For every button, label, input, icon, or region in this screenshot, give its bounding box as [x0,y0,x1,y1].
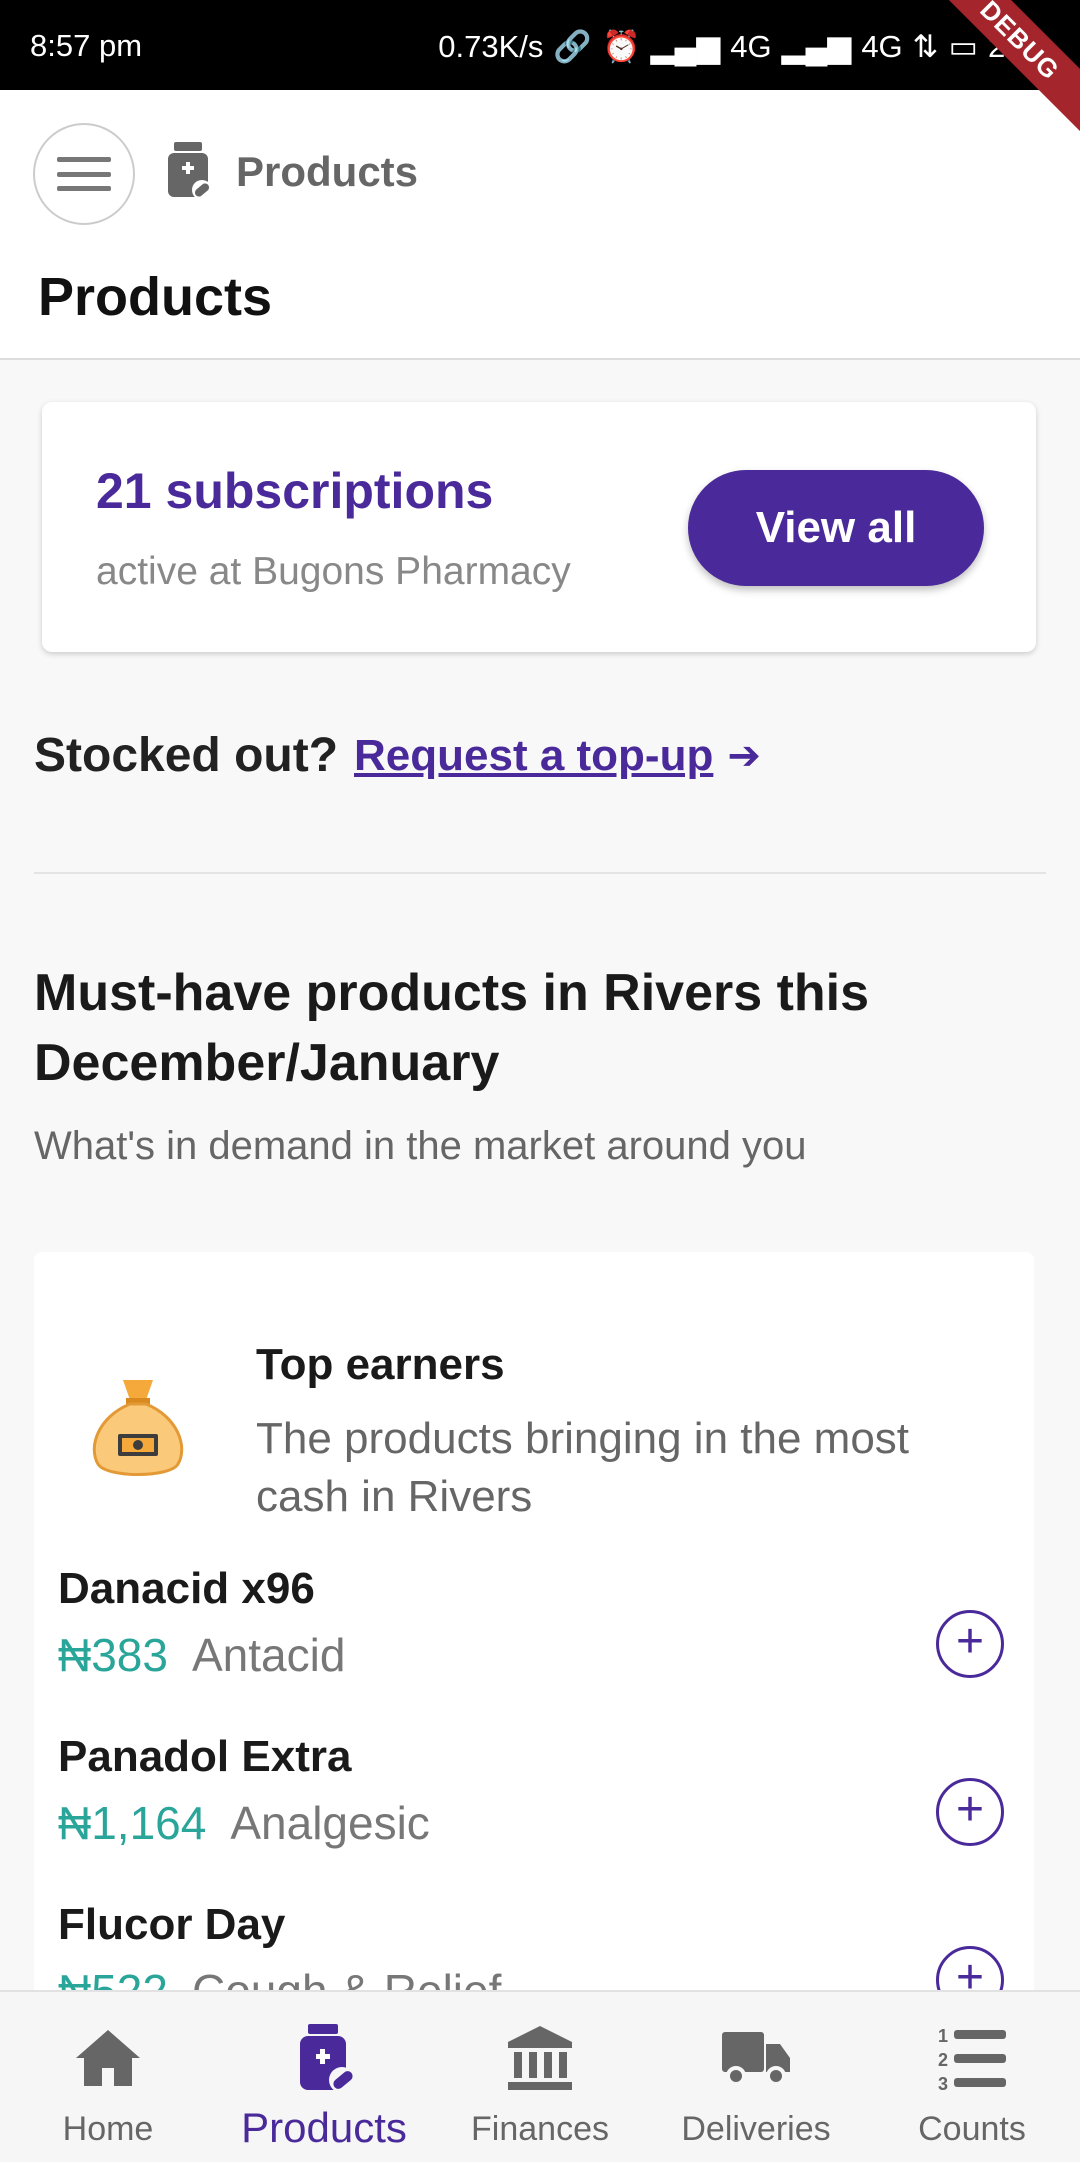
app-bar: Products Products [0,90,1080,360]
svg-text:1: 1 [938,2026,948,2046]
menu-button[interactable] [33,123,135,225]
nav-label: Counts [918,2110,1026,2148]
bottom-navigation: Home Products Finances Deliveries 1 2 3 … [0,1990,1080,2162]
stocked-out-question: Stocked out? [34,729,339,782]
alarm-icon: ⏰ [602,29,641,64]
product-name: Flucor Day [58,1900,286,1949]
product-category: Analgesic [230,1797,430,1849]
product-price-row: ₦383 Antacid [58,1628,345,1682]
nav-item-products[interactable]: Products [216,1992,432,2162]
status-bar: 8:57 pm 0.73K/s 🔗 ⏰ ▂▄▆ 4G ▂▄▆ 4G ⇅ ▭ 29… [0,0,1080,90]
top-earners-title: Top earners [256,1340,505,1389]
product-category: Antacid [191,1629,346,1681]
list-item: Danacid x96 ₦383 Antacid + [58,1564,1004,1724]
svg-text:3: 3 [938,2074,948,2094]
nav-label: Deliveries [681,2110,831,2148]
add-product-button[interactable]: + [936,1778,1004,1846]
money-bag-icon [92,1380,184,1476]
product-price-row: ₦1,164 Analgesic [58,1796,430,1850]
divider [34,872,1046,874]
request-topup-link[interactable]: Request a top-up [354,731,713,781]
list-item: Panadol Extra ₦1,164 Analgesic + [58,1732,1004,1892]
plus-icon: + [955,1783,985,1836]
nav-label: Products [241,2104,407,2151]
app-title: Products [236,148,419,195]
page-title: Products [38,267,273,327]
product-price: ₦1,164 [58,1797,207,1849]
hamburger-icon [57,157,111,191]
network-type-1: 4G [730,28,772,64]
product-name: Panadol Extra [58,1732,352,1781]
battery-icon: ▭ [948,28,978,64]
section-title: Must-have products in Rivers this Decemb… [34,964,870,1092]
products-icon [300,2024,355,2093]
top-earners-card: Top earners The products bringing in the… [34,1252,1034,2017]
data-transfer-icon: ⇅ [912,28,939,64]
subscriptions-count: 21 subscriptions [96,463,494,519]
medicine-bottle-icon [168,142,212,200]
network-speed: 0.73K/s [438,28,544,64]
add-product-button[interactable]: + [936,1610,1004,1678]
home-icon [76,2030,140,2086]
subscriptions-description: active at Bugons Pharmacy [96,550,571,593]
nav-label: Finances [471,2110,609,2148]
link-icon: 🔗 [553,29,593,64]
svg-text:2: 2 [938,2050,948,2070]
signal-icon: ▂▄▆ [650,28,721,64]
network-type-2: 4G [861,28,903,64]
top-earners-description: The products bringing in the most cash i… [256,1414,910,1521]
nav-label: Home [62,2110,154,2148]
product-price: ₦383 [58,1629,168,1681]
view-all-button[interactable]: View all [688,470,984,586]
nav-item-home[interactable]: Home [0,1992,216,2162]
status-indicators: 0.73K/s 🔗 ⏰ ▂▄▆ 4G ▂▄▆ 4G ⇅ ▭ 29% [438,28,1050,65]
nav-item-counts[interactable]: 1 2 3 Counts [864,1992,1080,2162]
subscriptions-card: 21 subscriptions active at Bugons Pharma… [42,402,1036,652]
bank-icon [508,2026,572,2090]
stocked-out-row: Stocked out? Request a top-up ➔ [34,728,761,783]
plus-icon: + [955,1615,985,1668]
signal-icon-2: ▂▄▆ [781,28,852,64]
nav-item-finances[interactable]: Finances [432,1992,648,2162]
nav-item-deliveries[interactable]: Deliveries [648,1992,864,2162]
list-icon: 1 2 3 [938,2026,1006,2094]
arrow-right-icon[interactable]: ➔ [727,733,761,779]
status-time: 8:57 pm [30,28,143,63]
truck-icon [722,2032,790,2086]
section-subtitle: What's in demand in the market around yo… [34,1124,807,1168]
product-name: Danacid x96 [58,1564,315,1613]
